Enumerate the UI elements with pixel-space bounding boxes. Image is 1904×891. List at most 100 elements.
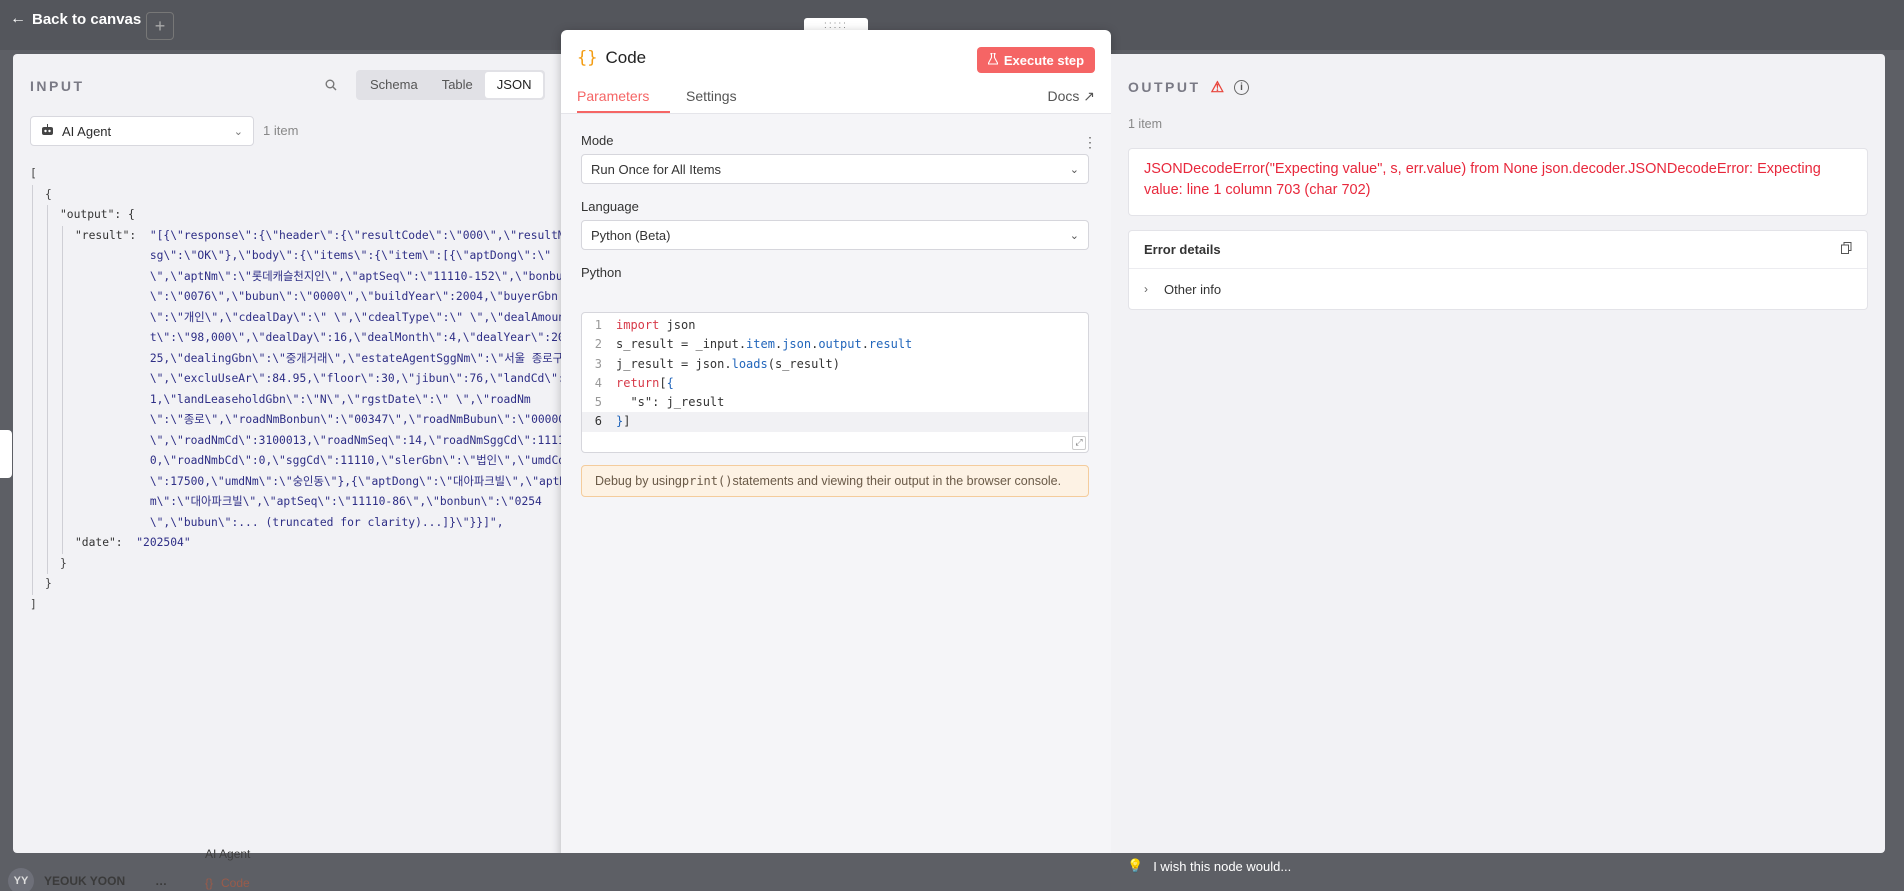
- output-header: OUTPUT ⚠ i: [1128, 78, 1250, 96]
- code-token: "s": j_result: [616, 395, 725, 410]
- error-details-title: Error details: [1144, 242, 1221, 257]
- lightbulb-icon: 💡: [1127, 858, 1144, 873]
- code-token: json: [659, 318, 696, 332]
- code-token: .: [861, 337, 869, 352]
- chevron-down-icon: ⌄: [1069, 163, 1079, 176]
- execute-step-label: Execute step: [1003, 52, 1085, 68]
- error-message: JSONDecodeError("Expecting value", s, er…: [1128, 148, 1868, 216]
- language-value: Python (Beta): [591, 227, 671, 243]
- json-value-result: "[{\"response\":{\"header\":{\"resultCod…: [149, 228, 570, 529]
- input-panel: INPUT Schema Table JSON AI Agent ⌄ 1 ite…: [13, 54, 569, 853]
- code-token: ]: [623, 414, 631, 429]
- line-number: 2: [594, 337, 602, 352]
- code-line[interactable]: 5 "s": j_result: [582, 393, 1088, 412]
- collapse-tab[interactable]: [0, 430, 12, 478]
- user-name: YEOUK YOON: [44, 874, 126, 888]
- mode-select[interactable]: Run Once for All Items ⌄: [581, 154, 1089, 184]
- tab-parameters[interactable]: Parameters: [577, 88, 649, 104]
- code-line[interactable]: 4 return[{: [582, 374, 1088, 393]
- code-editor[interactable]: 1 import json 2 s_result = _input.item. json…: [581, 312, 1089, 453]
- code-token: result: [868, 337, 913, 352]
- json-brace: }: [60, 556, 67, 570]
- json-brace: {: [45, 187, 52, 201]
- hint-text-suffix: statements and viewing their output in t…: [732, 474, 1062, 488]
- input-node-select[interactable]: AI Agent ⌄: [30, 116, 254, 146]
- code-line[interactable]: 2 s_result = _input.item.json.output.resu…: [582, 335, 1088, 354]
- mode-value: Run Once for All Items: [591, 161, 722, 177]
- code-token: import: [616, 318, 660, 332]
- code-text: j_result = json.loads(s_result): [616, 355, 840, 374]
- code-token: return: [616, 375, 660, 390]
- add-node-button[interactable]: +: [146, 12, 174, 40]
- hint-code: print(): [681, 474, 733, 488]
- copy-icon[interactable]: [1841, 242, 1852, 257]
- code-text: "s": j_result: [616, 393, 724, 412]
- code-label: Code: [221, 876, 250, 890]
- code-token: s_result = _input.: [616, 337, 747, 352]
- resize-icon[interactable]: ⤢: [1072, 436, 1086, 450]
- json-key-date: "date":: [75, 536, 137, 549]
- back-to-canvas-link[interactable]: ← Back to canvas: [10, 10, 141, 28]
- canvas-background: [1885, 54, 1904, 853]
- feedback-label: I wish this node would...: [1153, 858, 1292, 874]
- more-options-icon[interactable]: ⋮: [1083, 134, 1097, 151]
- code-line[interactable]: 6}]: [582, 412, 1088, 432]
- line-number: 3: [594, 356, 602, 371]
- line-number: 4: [594, 375, 602, 390]
- tab-table[interactable]: Table: [430, 72, 485, 98]
- code-text: s_result = _input.item.json.output.resul…: [616, 335, 912, 354]
- code-token: (s_result): [767, 356, 840, 371]
- code-token: loads: [731, 356, 768, 371]
- external-link-icon: ↗: [1083, 88, 1095, 104]
- code-text: }]: [616, 412, 630, 431]
- canvas-footer: [0, 853, 1904, 891]
- active-tab-indicator: [577, 111, 670, 113]
- hint-text: Debug by using: [595, 474, 682, 488]
- user-more-icon[interactable]: …: [155, 874, 167, 888]
- chevron-down-icon: ⌄: [233, 125, 243, 138]
- info-icon[interactable]: i: [1234, 79, 1250, 95]
- docs-link[interactable]: Docs ↗: [1047, 88, 1095, 105]
- parameters-body: Mode ⋮ Run Once for All Items ⌄ Language…: [561, 114, 1111, 876]
- sidebar-item-ai-agent: AI Agent: [205, 847, 251, 861]
- tab-json[interactable]: JSON: [484, 72, 544, 98]
- output-title: OUTPUT: [1128, 79, 1201, 95]
- feedback-link[interactable]: 💡 I wish this node would...: [1127, 858, 1291, 874]
- node-settings-tabs: Parameters Settings Docs ↗: [561, 82, 1111, 114]
- input-title: INPUT: [30, 78, 85, 94]
- search-icon[interactable]: [325, 78, 337, 94]
- code-token: output: [818, 337, 862, 352]
- line-number: 1: [594, 318, 602, 332]
- language-select[interactable]: Python (Beta) ⌄: [581, 220, 1089, 250]
- other-info-toggle[interactable]: › Other info: [1129, 269, 1867, 309]
- code-token: j_result = json.: [616, 356, 732, 371]
- code-text: import json: [616, 316, 695, 335]
- json-brace: }: [45, 577, 52, 590]
- output-items-count: 1 item: [1128, 117, 1163, 131]
- code-line[interactable]: 1 import json: [582, 316, 1088, 335]
- code-line[interactable]: 3 j_result = json.loads(s_result): [582, 355, 1088, 374]
- code-text: return[{: [616, 374, 674, 393]
- other-info-label: Other info: [1164, 281, 1222, 297]
- tab-schema[interactable]: Schema: [358, 72, 430, 98]
- node-header: {} Code: [577, 48, 646, 68]
- json-bracket: [: [30, 167, 37, 180]
- mode-label: Mode: [581, 133, 614, 148]
- code-token: item: [746, 337, 775, 352]
- user-menu[interactable]: YY YEOUK YOON …: [8, 868, 167, 891]
- execute-step-button[interactable]: Execute step: [977, 47, 1095, 73]
- warning-icon: ⚠: [1210, 79, 1225, 96]
- tab-settings[interactable]: Settings: [686, 88, 737, 104]
- arrow-left-icon: ←: [10, 10, 26, 27]
- json-key-result: "result":: [75, 228, 150, 242]
- node-select-value: AI Agent: [62, 123, 112, 139]
- node-title[interactable]: Code: [605, 48, 646, 68]
- debug-hint: Debug by using print() statements and vi…: [581, 465, 1089, 497]
- json-key-output: "output": {: [60, 208, 135, 221]
- input-items-count: 1 item: [263, 123, 299, 138]
- docs-label: Docs: [1047, 88, 1080, 104]
- line-number: 5: [594, 395, 602, 410]
- robot-icon: [41, 123, 54, 139]
- code-token: json: [782, 337, 812, 352]
- view-mode-tabs: Schema Table JSON: [356, 70, 546, 100]
